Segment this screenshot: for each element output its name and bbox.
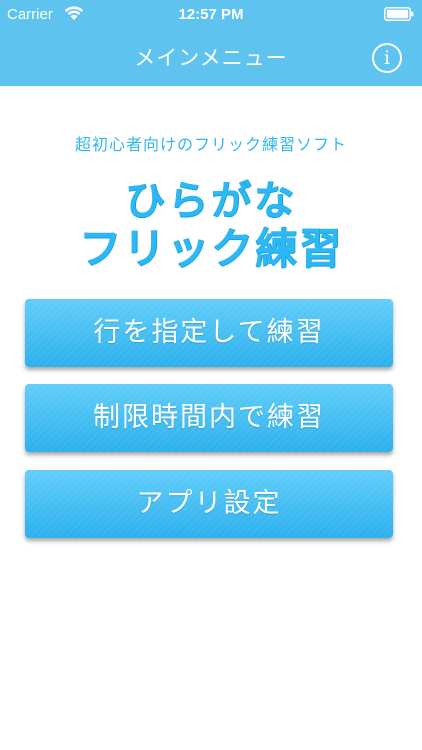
- info-button[interactable]: i: [372, 43, 402, 73]
- top-bar: Carrier 12:57 PM メインメニュー i: [0, 0, 422, 86]
- practice-by-row-button[interactable]: 行を指定して練習: [25, 299, 393, 367]
- nav-title: メインメニュー: [134, 46, 288, 70]
- main-menu-screen: Carrier 12:57 PM メインメニュー i 超初心者向けのフリック練習…: [0, 0, 422, 750]
- status-bar: Carrier 12:57 PM: [0, 0, 422, 30]
- app-subtitle: 超初心者向けのフリック練習ソフト: [74, 135, 347, 154]
- status-time: 12:57 PM: [178, 6, 244, 23]
- battery-icon: [384, 7, 414, 21]
- time-limit-practice-button[interactable]: 制限時間内で練習: [25, 384, 393, 452]
- app-settings-button[interactable]: アプリ設定: [25, 470, 393, 538]
- app-title-line2: フリック練習: [78, 224, 343, 273]
- info-icon: i: [383, 47, 391, 69]
